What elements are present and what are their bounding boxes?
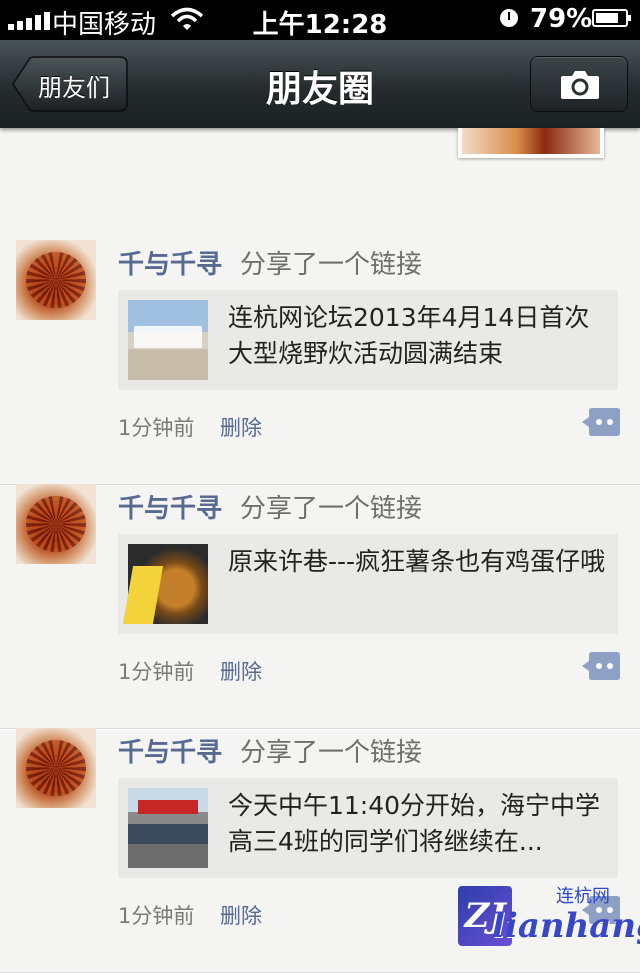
link-title: 原来许巷---疯狂薯条也有鸡蛋仔哦 [228,547,606,576]
watermark-cn-text: 连杭网 [556,886,610,907]
shared-link-card[interactable]: 连杭网论坛2013年4月14日首次大型烧野炊活动圆满结束 [118,290,618,390]
post-action-text: 分享了一个链接 [240,250,423,280]
post-username[interactable]: 千与千寻 [118,488,222,525]
alarm-clock-icon [500,9,518,27]
post-username[interactable]: 千与千寻 [118,244,222,281]
camera-button[interactable] [530,56,628,112]
avatar[interactable] [16,728,96,808]
post-timestamp: 1分钟前 [118,416,195,440]
watermark-en-text: lianhang [492,906,640,946]
comment-icon[interactable] [582,408,620,436]
post-timestamp: 1分钟前 [118,904,195,928]
camera-icon [561,71,599,99]
link-thumbnail [128,788,208,868]
link-thumbnail [128,300,208,380]
post-timestamp: 1分钟前 [118,660,195,684]
feed-post: 千与千寻 分享了一个链接 连杭网论坛2013年4月14日首次大型烧野炊活动圆满结… [0,240,640,485]
delete-link[interactable]: 删除 [220,656,262,686]
shared-link-card[interactable]: 原来许巷---疯狂薯条也有鸡蛋仔哦 [118,534,618,634]
battery-icon [592,9,631,27]
post-action-text: 分享了一个链接 [240,494,423,524]
post-username[interactable]: 千与千寻 [118,732,222,769]
battery-percent: 79% [530,4,593,34]
navigation-bar: 朋友们 朋友圈 [0,40,640,128]
avatar[interactable] [16,240,96,320]
avatar[interactable] [16,484,96,564]
delete-link[interactable]: 删除 [220,412,262,442]
link-title: 今天中午11:40分开始，海宁中学高三4班的同学们将继续在... [228,791,601,856]
comment-icon[interactable] [582,652,620,680]
link-title: 连杭网论坛2013年4月14日首次大型烧野炊活动圆满结束 [228,303,590,368]
post-action-text: 分享了一个链接 [240,738,423,768]
link-thumbnail [128,544,208,624]
feed-post: 千与千寻 分享了一个链接 原来许巷---疯狂薯条也有鸡蛋仔哦 1分钟前 删除 [0,484,640,729]
watermark-logo: ZJ 连杭网 lianhang [452,880,640,960]
status-bar: 中国移动 上午12:28 79% [0,0,640,40]
previous-post-photo[interactable] [458,128,604,158]
delete-link[interactable]: 删除 [220,900,262,930]
shared-link-card[interactable]: 今天中午11:40分开始，海宁中学高三4班的同学们将继续在... [118,778,618,878]
